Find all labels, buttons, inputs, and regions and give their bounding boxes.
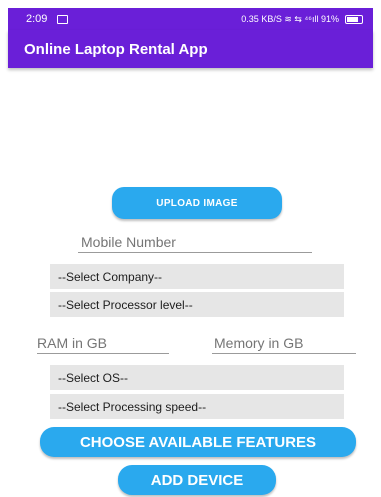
company-select-value: --Select Company-- xyxy=(58,269,163,284)
app-bar: Online Laptop Rental App xyxy=(8,30,373,68)
processing-speed-select[interactable]: --Select Processing speed-- xyxy=(50,394,344,419)
upload-image-button[interactable]: UPLOAD IMAGE xyxy=(112,187,282,219)
message-icon xyxy=(57,14,69,24)
status-time: 2:09 xyxy=(26,13,48,25)
app-title: Online Laptop Rental App xyxy=(24,40,208,58)
memory-input[interactable] xyxy=(212,334,356,354)
company-select[interactable]: --Select Company-- xyxy=(50,264,344,289)
processor-level-select[interactable]: --Select Processor level-- xyxy=(50,292,344,317)
ram-input[interactable] xyxy=(37,334,169,354)
mobile-number-input[interactable] xyxy=(78,233,312,253)
status-bar: 2:09 0.35 KB/S ≋ ⇆ ⁴⁶ıll 91% xyxy=(8,8,373,30)
battery-icon xyxy=(345,14,363,24)
choose-features-button[interactable]: CHOOSE AVAILABLE FEATURES xyxy=(40,427,356,457)
processing-speed-select-value: --Select Processing speed-- xyxy=(58,399,207,414)
os-select-value: --Select OS-- xyxy=(58,370,129,385)
add-device-button[interactable]: ADD DEVICE xyxy=(118,465,276,495)
processor-level-select-value: --Select Processor level-- xyxy=(58,297,193,312)
os-select[interactable]: --Select OS-- xyxy=(50,365,344,390)
status-indicators: 0.35 KB/S ≋ ⇆ ⁴⁶ıll 91% xyxy=(241,13,339,24)
